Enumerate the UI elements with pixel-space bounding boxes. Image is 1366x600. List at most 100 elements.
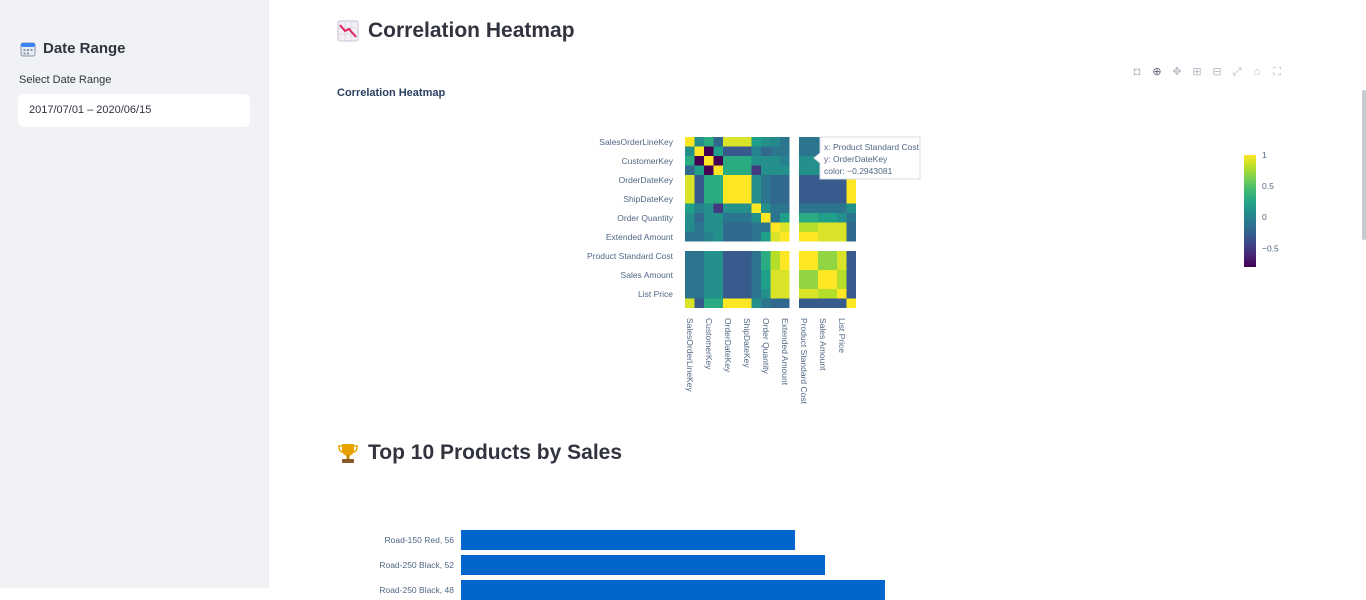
heatmap-cell[interactable]	[761, 298, 771, 309]
heatmap-cell[interactable]	[837, 194, 847, 204]
heatmap-cell[interactable]	[694, 232, 705, 242]
heatmap-cell[interactable]	[704, 194, 714, 204]
heatmap-cell[interactable]	[751, 156, 762, 166]
heatmap-cell[interactable]	[742, 232, 752, 242]
heatmap-cell[interactable]	[704, 137, 714, 147]
heatmap-cell[interactable]	[761, 184, 771, 195]
heatmap-cell[interactable]	[780, 270, 790, 280]
zoom-in-icon[interactable]: ⊞	[1187, 65, 1207, 79]
heatmap-cell[interactable]	[761, 175, 771, 185]
heatmap-cell[interactable]	[694, 298, 705, 309]
heatmap-cell[interactable]	[704, 184, 714, 195]
heatmap-cell[interactable]	[761, 156, 771, 166]
heatmap-cell[interactable]	[751, 251, 762, 261]
heatmap-cell[interactable]	[827, 289, 838, 299]
heatmap-cell[interactable]	[713, 184, 724, 195]
heatmap-cell[interactable]	[837, 260, 847, 271]
heatmap-cell[interactable]	[761, 137, 771, 147]
heatmap-cell[interactable]	[694, 146, 705, 157]
heatmap-cell[interactable]	[827, 260, 838, 271]
heatmap-cell[interactable]	[742, 213, 752, 223]
heatmap-cell[interactable]	[799, 165, 809, 176]
heatmap-cell[interactable]	[837, 213, 847, 223]
heatmap-cell[interactable]	[713, 137, 724, 147]
heatmap-cell[interactable]	[694, 260, 705, 271]
heatmap-cell[interactable]	[770, 184, 781, 195]
heatmap-cell[interactable]	[780, 232, 790, 242]
heatmap-cell[interactable]	[732, 222, 743, 233]
heatmap-cell[interactable]	[837, 270, 847, 280]
heatmap-cell[interactable]	[732, 279, 743, 290]
heatmap-cell[interactable]	[818, 222, 828, 233]
heatmap-cell[interactable]	[713, 222, 724, 233]
pan-icon[interactable]: ✥	[1167, 65, 1187, 79]
heatmap-cell[interactable]	[685, 213, 695, 223]
heatmap-cell[interactable]	[799, 194, 809, 204]
heatmap-cell[interactable]	[685, 232, 695, 242]
heatmap-cell[interactable]	[694, 251, 705, 261]
heatmap-cell[interactable]	[751, 194, 762, 204]
heatmap-cell[interactable]	[846, 279, 857, 290]
heatmap-cell[interactable]	[713, 146, 724, 157]
heatmap-cell[interactable]	[742, 222, 752, 233]
heatmap-cell[interactable]	[713, 156, 724, 166]
heatmap-cell[interactable]	[713, 260, 724, 271]
heatmap-cell[interactable]	[732, 165, 743, 176]
heatmap-cell[interactable]	[704, 213, 714, 223]
heatmap-cell[interactable]	[846, 289, 857, 299]
heatmap-cell[interactable]	[808, 222, 819, 233]
heatmap-cell[interactable]	[685, 222, 695, 233]
heatmap-cell[interactable]	[846, 222, 857, 233]
heatmap-cell[interactable]	[799, 203, 809, 214]
heatmap-cell[interactable]	[780, 279, 790, 290]
zoom-out-icon[interactable]: ⊟	[1207, 65, 1227, 79]
heatmap-cell[interactable]	[723, 279, 733, 290]
heatmap-cell[interactable]	[770, 213, 781, 223]
heatmap-cell[interactable]	[742, 165, 752, 176]
heatmap-cell[interactable]	[827, 213, 838, 223]
heatmap-cell[interactable]	[761, 203, 771, 214]
heatmap-cell[interactable]	[751, 146, 762, 157]
heatmap-cell[interactable]	[694, 194, 705, 204]
heatmap-cell[interactable]	[818, 251, 828, 261]
heatmap-cell[interactable]	[780, 203, 790, 214]
heatmap-cell[interactable]	[818, 298, 828, 309]
heatmap-cell[interactable]	[837, 298, 847, 309]
heatmap-cell[interactable]	[732, 203, 743, 214]
heatmap-cell[interactable]	[685, 175, 695, 185]
heatmap-cell[interactable]	[704, 156, 714, 166]
heatmap-cell[interactable]	[713, 270, 724, 280]
heatmap-cell[interactable]	[704, 289, 714, 299]
heatmap-cell[interactable]	[732, 194, 743, 204]
heatmap-cell[interactable]	[818, 270, 828, 280]
heatmap-cell[interactable]	[827, 270, 838, 280]
heatmap-cell[interactable]	[770, 137, 781, 147]
heatmap-cell[interactable]	[742, 251, 752, 261]
heatmap-cell[interactable]	[694, 156, 705, 166]
heatmap-cell[interactable]	[837, 203, 847, 214]
heatmap-cell[interactable]	[723, 175, 733, 185]
heatmap-cell[interactable]	[761, 279, 771, 290]
heatmap-cell[interactable]	[761, 222, 771, 233]
heatmap-cell[interactable]	[808, 270, 819, 280]
heatmap-cell[interactable]	[732, 213, 743, 223]
bar[interactable]	[461, 555, 825, 575]
heatmap-cell[interactable]	[751, 298, 762, 309]
heatmap-cell[interactable]	[685, 184, 695, 195]
heatmap-cell[interactable]	[694, 213, 705, 223]
heatmap-cell[interactable]	[846, 203, 857, 214]
heatmap-cell[interactable]	[761, 270, 771, 280]
heatmap-cell[interactable]	[742, 146, 752, 157]
heatmap-cell[interactable]	[713, 232, 724, 242]
heatmap-cell[interactable]	[808, 203, 819, 214]
heatmap-cell[interactable]	[770, 165, 781, 176]
heatmap-cell[interactable]	[685, 260, 695, 271]
heatmap-cell[interactable]	[751, 270, 762, 280]
heatmap-cell[interactable]	[761, 194, 771, 204]
heatmap-cell[interactable]	[770, 232, 781, 242]
heatmap-cell[interactable]	[770, 222, 781, 233]
heatmap-cell[interactable]	[751, 213, 762, 223]
heatmap-cell[interactable]	[751, 222, 762, 233]
reset-axes-icon[interactable]: ⌂	[1247, 65, 1267, 79]
heatmap-cell[interactable]	[704, 260, 714, 271]
